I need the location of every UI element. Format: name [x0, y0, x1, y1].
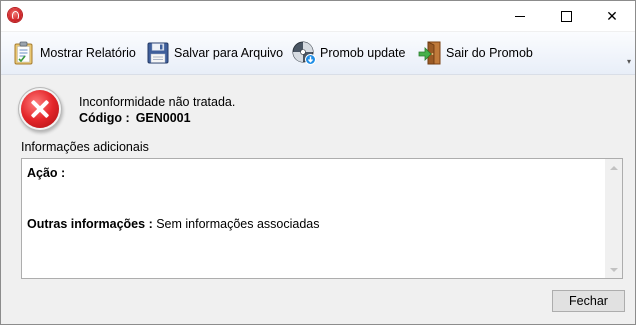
- error-dialog-window: ✕ Mostrar Relatório Salvar para Arquivo …: [0, 0, 636, 325]
- exit-promob-button[interactable]: Sair do Promob: [417, 39, 533, 67]
- error-code-value: GEN0001: [135, 111, 191, 125]
- promob-update-button[interactable]: Promob update: [291, 39, 405, 67]
- toolbar: Mostrar Relatório Salvar para Arquivo Pr…: [1, 32, 635, 75]
- save-to-file-label: Salvar para Arquivo: [174, 46, 284, 60]
- additional-info-label: Informações adicionais: [21, 140, 149, 154]
- other-info-value: Sem informações associadas: [152, 217, 320, 231]
- toolbar-overflow-icon[interactable]: ▾: [627, 58, 631, 66]
- scroll-up-arrow-icon: [609, 165, 618, 170]
- action-label: Ação :: [27, 166, 66, 180]
- maximize-button[interactable]: [543, 1, 589, 31]
- close-dialog-button[interactable]: Fechar: [552, 290, 625, 312]
- other-info-line: Outras informações : Sem informações ass…: [27, 217, 319, 231]
- save-to-file-button[interactable]: Salvar para Arquivo: [145, 39, 283, 67]
- error-message: Inconformidade não tratada.: [79, 95, 236, 109]
- show-report-button[interactable]: Mostrar Relatório: [11, 39, 136, 67]
- error-code-label: Código :: [79, 111, 130, 125]
- scroll-up-button[interactable]: [605, 159, 622, 176]
- close-window-button[interactable]: ✕: [589, 1, 635, 31]
- minimize-icon: [515, 15, 525, 17]
- close-icon: ✕: [606, 7, 618, 24]
- other-info-label: Outras informações :: [27, 217, 153, 231]
- title-bar: ✕: [1, 1, 635, 31]
- scroll-down-button[interactable]: [605, 261, 622, 278]
- update-globe-icon: [291, 40, 317, 66]
- show-report-label: Mostrar Relatório: [40, 46, 136, 60]
- promob-update-label: Promob update: [320, 46, 406, 60]
- scroll-down-arrow-icon: [609, 267, 618, 272]
- minimize-button[interactable]: [497, 1, 543, 31]
- exit-door-icon: [417, 40, 443, 66]
- maximize-icon: [560, 10, 572, 22]
- floppy-disk-icon: [145, 40, 171, 66]
- report-clipboard-icon: [11, 40, 37, 66]
- exit-promob-label: Sair do Promob: [446, 46, 533, 60]
- promob-logo-icon: [8, 8, 22, 22]
- error-code-line: Código : GEN0001: [79, 111, 191, 125]
- error-icon: [21, 90, 59, 128]
- additional-info-textbox[interactable]: Ação : Outras informações : Sem informaç…: [21, 158, 623, 279]
- vertical-scrollbar[interactable]: [605, 159, 622, 278]
